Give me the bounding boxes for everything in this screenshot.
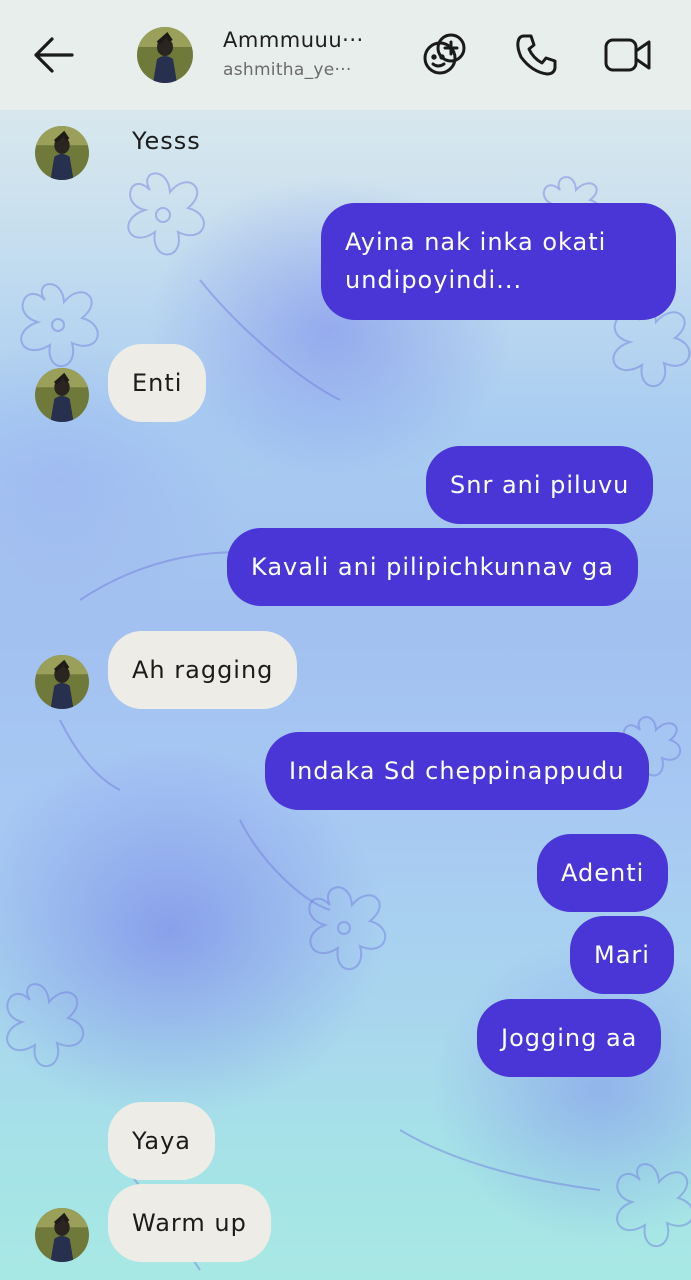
outgoing-message[interactable]: Snr ani piluvu	[426, 446, 654, 524]
outgoing-message[interactable]: Ayina nak inka okati undipoyindi...	[321, 203, 676, 320]
contact-name[interactable]: Ammmuuu···	[223, 28, 364, 52]
chat-background	[0, 0, 691, 1280]
sender-avatar[interactable]	[35, 655, 89, 709]
flower-doodles-decoration	[6, 172, 691, 1271]
outgoing-message[interactable]: Indaka Sd cheppinappudu	[265, 732, 649, 810]
incoming-message[interactable]: Yesss	[108, 102, 225, 180]
sender-avatar[interactable]	[35, 1208, 89, 1262]
sender-avatar[interactable]	[35, 126, 89, 180]
contact-username[interactable]: ashmitha_ye···	[223, 60, 352, 80]
incoming-message[interactable]: Ah ragging	[108, 631, 298, 709]
incoming-message[interactable]: Warm up	[108, 1184, 271, 1262]
video-camera-icon[interactable]	[603, 30, 653, 80]
back-arrow-icon[interactable]	[28, 32, 78, 78]
outgoing-message[interactable]: Mari	[570, 916, 674, 994]
incoming-message[interactable]: Enti	[108, 344, 207, 422]
outgoing-message[interactable]: Adenti	[537, 834, 669, 912]
outgoing-message[interactable]: Kavali ani pilipichkunnav ga	[227, 528, 638, 606]
phone-icon[interactable]	[512, 30, 562, 80]
chat-header: Ammmuuu··· ashmitha_ye···	[0, 0, 691, 110]
sticker-add-icon[interactable]	[420, 30, 470, 80]
sender-avatar[interactable]	[35, 368, 89, 422]
incoming-message[interactable]: Yaya	[108, 1102, 215, 1180]
outgoing-message[interactable]: Jogging aa	[477, 999, 662, 1077]
contact-avatar[interactable]	[137, 27, 193, 83]
